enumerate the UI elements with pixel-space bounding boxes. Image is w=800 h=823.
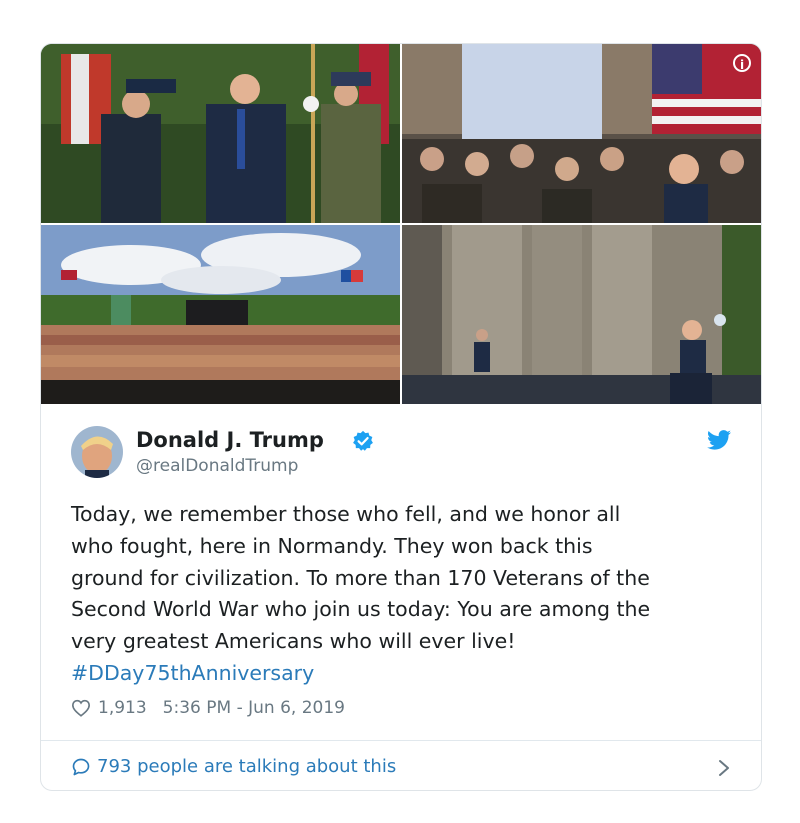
author-name[interactable]: Donald J. Trump <box>136 428 324 452</box>
tweet-text: Today, we remember those who fell, and w… <box>71 499 741 690</box>
like-count[interactable]: 1,913 <box>98 698 147 718</box>
tweet-card[interactable]: i Donald J. Trump @realDonaldTrump Today… <box>40 43 762 791</box>
tweet-meta: 1,913 5:36 PM - Jun 6, 2019 <box>71 696 345 720</box>
avatar[interactable] <box>71 426 123 478</box>
hashtag-link[interactable]: #DDay75thAnniversary <box>71 658 741 690</box>
photo-ceremony-guard[interactable] <box>41 44 400 223</box>
conversation-count[interactable]: 793 people are talking about this <box>97 756 396 777</box>
timestamp[interactable]: 5:36 PM - Jun 6, 2019 <box>163 698 345 718</box>
author-handle[interactable]: @realDonaldTrump <box>136 456 298 476</box>
tweet-text-body: Today, we remember those who fell, and w… <box>71 502 651 654</box>
photo-grid[interactable]: i <box>41 44 761 404</box>
photo-audience-salute[interactable]: i <box>402 44 761 223</box>
chevron-right-icon[interactable] <box>717 759 731 777</box>
photo-speech-podium[interactable] <box>402 225 761 404</box>
divider <box>41 740 761 741</box>
speech-bubble-icon <box>72 758 90 775</box>
twitter-bird-icon[interactable] <box>707 430 731 450</box>
heart-icon[interactable] <box>71 699 91 717</box>
photo-crowd-field[interactable] <box>41 225 400 404</box>
info-icon[interactable]: i <box>733 54 751 72</box>
conversation-link[interactable]: 793 people are talking about this <box>71 756 396 777</box>
verified-icon <box>353 430 373 451</box>
